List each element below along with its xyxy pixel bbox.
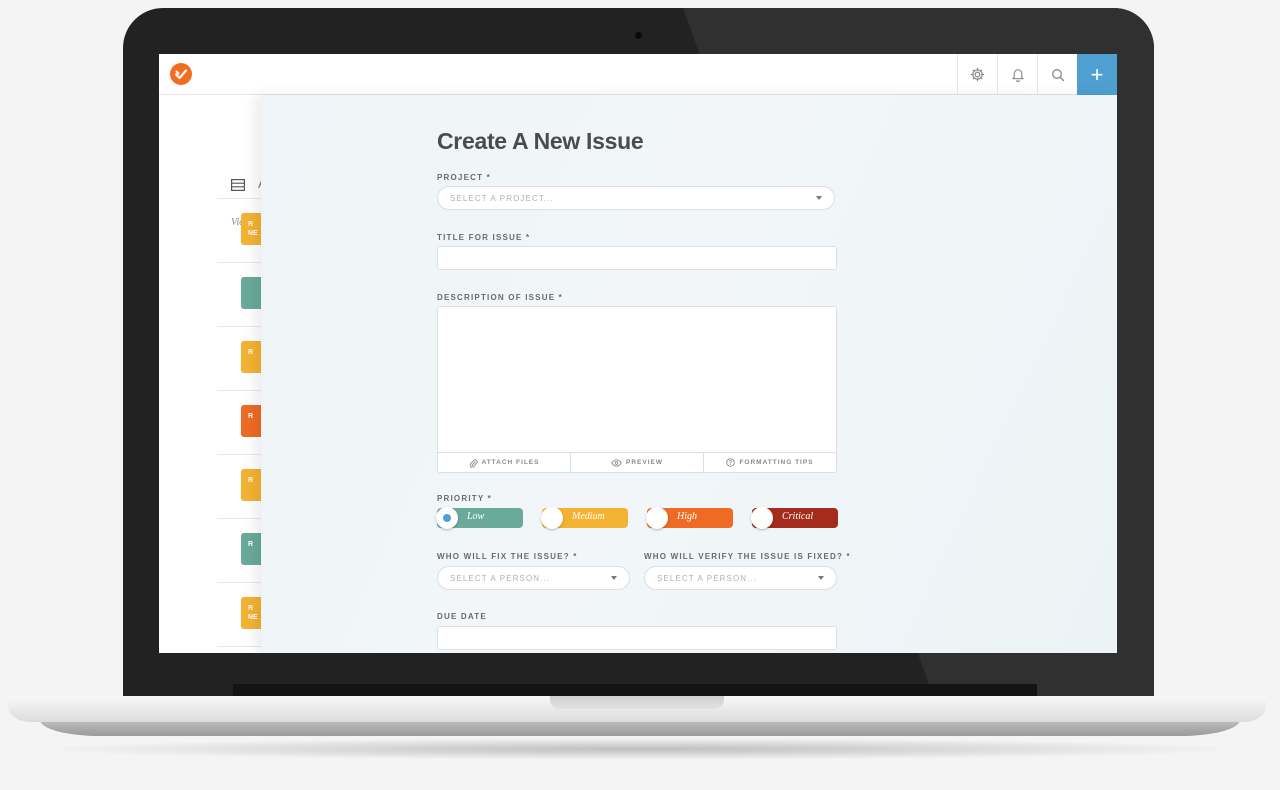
notifications-button[interactable] <box>997 54 1037 95</box>
laptop-notch <box>550 696 724 709</box>
paperclip-icon <box>469 458 478 468</box>
plus-icon: + <box>1090 61 1104 87</box>
project-placeholder: SELECT A PROJECT... <box>450 194 554 203</box>
radio-knob <box>436 507 458 529</box>
search-button[interactable] <box>1037 54 1077 95</box>
radio-knob <box>541 507 563 529</box>
issue-title-label: TITLE FOR ISSUE * <box>437 233 531 242</box>
row-divider <box>217 198 261 199</box>
description-textarea[interactable]: ATTACH FILES PREVIEW FORMATTING TIPS <box>437 306 837 473</box>
settings-button[interactable] <box>957 54 997 95</box>
laptop-shadow <box>30 738 1250 760</box>
priority-critical-label: Critical <box>782 511 814 522</box>
list-view-icon[interactable] <box>231 179 245 191</box>
row-divider <box>217 326 261 327</box>
verifier-label: WHO WILL VERIFY THE ISSUE IS FIXED? * <box>644 552 851 561</box>
chevron-down-icon <box>816 196 822 200</box>
row-divider <box>217 646 261 647</box>
due-date-label: DUE DATE <box>437 612 487 621</box>
verifier-placeholder: SELECT A PERSON... <box>657 574 758 583</box>
app-screen: + A Viewin R NE R R R R R NE Create A Ne… <box>159 54 1117 653</box>
priority-low-label: Low <box>467 511 485 522</box>
preview-label: PREVIEW <box>626 459 663 466</box>
row-divider <box>217 518 261 519</box>
status-tag[interactable]: R NE <box>241 213 261 245</box>
row-divider <box>217 582 261 583</box>
project-select[interactable]: SELECT A PROJECT... <box>437 186 835 210</box>
priority-high-label: High <box>677 511 697 522</box>
status-tag[interactable]: R <box>241 469 261 501</box>
bell-icon <box>1011 69 1024 82</box>
webcam <box>635 32 642 39</box>
row-divider <box>217 454 261 455</box>
attach-files-button[interactable]: ATTACH FILES <box>438 453 570 472</box>
help-circle-icon <box>726 458 736 467</box>
top-bar: + <box>159 54 1117 95</box>
project-label: PROJECT * <box>437 173 491 182</box>
description-label: DESCRIPTION OF ISSUE * <box>437 293 563 302</box>
chevron-down-icon <box>611 576 617 580</box>
search-icon <box>1051 68 1064 81</box>
create-issue-panel: Create A New Issue PROJECT * SELECT A PR… <box>261 95 1117 653</box>
checkmark-logo-icon <box>174 69 188 80</box>
row-divider <box>217 262 261 263</box>
radio-knob <box>646 507 668 529</box>
formatting-tips-label: FORMATTING TIPS <box>739 459 814 466</box>
preview-button[interactable]: PREVIEW <box>570 453 703 472</box>
priority-medium-toggle[interactable]: Medium <box>541 507 628 529</box>
status-tag[interactable]: R NE <box>241 597 261 629</box>
fixer-label: WHO WILL FIX THE ISSUE? * <box>437 552 578 561</box>
laptop-base-lip <box>40 720 1240 736</box>
description-toolbar: ATTACH FILES PREVIEW FORMATTING TIPS <box>438 452 836 472</box>
page-title: Create A New Issue <box>437 128 644 154</box>
status-tag[interactable]: R <box>241 341 261 373</box>
fixer-placeholder: SELECT A PERSON... <box>450 574 551 583</box>
issue-title-input[interactable] <box>437 246 837 270</box>
status-tag[interactable] <box>241 277 261 309</box>
radio-knob <box>751 507 773 529</box>
app-logo[interactable] <box>170 63 192 85</box>
status-tag[interactable]: R <box>241 533 261 565</box>
row-divider <box>217 390 261 391</box>
selected-dot <box>443 514 451 522</box>
chevron-down-icon <box>818 576 824 580</box>
priority-label: PRIORITY * <box>437 494 492 503</box>
settings-icon <box>970 67 985 82</box>
priority-critical-toggle[interactable]: Critical <box>751 507 838 529</box>
issue-list-background: A Viewin R NE R R R R R NE <box>159 95 266 653</box>
priority-low-toggle[interactable]: Low <box>436 507 523 529</box>
status-tag[interactable]: R <box>241 405 261 437</box>
eye-icon <box>611 458 622 467</box>
attach-files-label: ATTACH FILES <box>481 459 540 466</box>
formatting-tips-button[interactable]: FORMATTING TIPS <box>703 453 836 472</box>
add-new-button[interactable]: + <box>1077 54 1117 95</box>
fixer-select[interactable]: SELECT A PERSON... <box>437 566 630 590</box>
priority-medium-label: Medium <box>572 511 605 522</box>
due-date-input[interactable] <box>437 626 837 650</box>
verifier-select[interactable]: SELECT A PERSON... <box>644 566 837 590</box>
priority-high-toggle[interactable]: High <box>646 507 733 529</box>
